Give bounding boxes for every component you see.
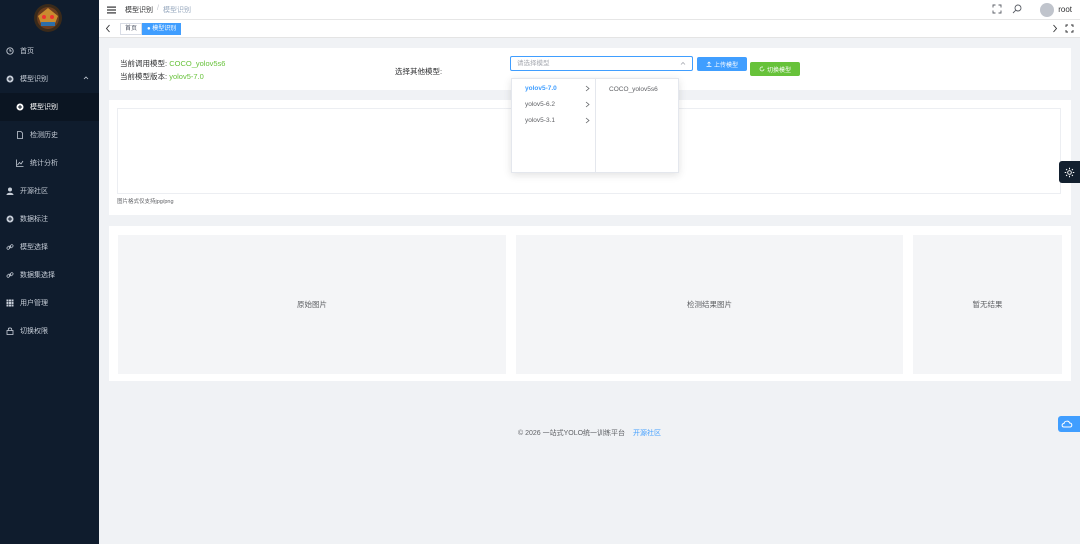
detected-image-placeholder: 检测结果图片 [687, 300, 732, 309]
cascader-option-version[interactable]: yolov5-3.1 [512, 113, 596, 129]
cascader-option-version[interactable]: yolov5-7.0 [512, 81, 596, 97]
sidebar-item-label: 数据标注 [20, 216, 48, 223]
breadcrumb-current: 模型识别 [162, 7, 191, 14]
sidebar-item-dataset-select[interactable]: 数据集选择 [0, 261, 99, 289]
gear-icon [1064, 167, 1075, 177]
document-icon [16, 131, 24, 139]
upload-model-button[interactable]: 上传模型 [697, 57, 747, 71]
sidebar-item-label: 切换权限 [20, 328, 48, 335]
original-image-panel: 原始图片 [118, 235, 506, 374]
link-icon [6, 243, 14, 251]
cascader-option-label: yolov5-7.0 [525, 85, 557, 92]
sidebar-item-home[interactable]: 首页 [0, 37, 99, 65]
cloud-icon [1061, 420, 1073, 428]
chevron-right-icon [585, 101, 590, 108]
avatar[interactable] [1040, 3, 1054, 17]
tag-home[interactable]: 首页 [120, 23, 143, 35]
model-version-value: yolov5-7.0 [169, 72, 204, 81]
sidebar-item-label: 开源社区 [20, 188, 48, 195]
sidebar-item-model-recognition-sub[interactable]: 模型识别 [0, 93, 99, 121]
header-tools [992, 4, 1022, 14]
chevron-right-icon [585, 85, 590, 92]
cascader-option-label: yolov5-6.2 [525, 101, 555, 108]
upload-icon [706, 61, 712, 67]
chevron-right-icon [585, 117, 590, 124]
home-icon [6, 47, 14, 55]
switch-model-button[interactable]: 切换模型 [750, 62, 800, 76]
cloud-float-button[interactable] [1058, 416, 1080, 432]
original-image-placeholder: 原始图片 [297, 300, 327, 309]
sidebar-item-label: 首页 [20, 48, 34, 55]
sidebar: 首页 模型识别 模型识别 检测历史 统计分析 开源社区 数据标注 模型选择 数据… [0, 0, 99, 544]
sidebar-item-model-recognition[interactable]: 模型识别 [0, 65, 99, 93]
switch-model-label: 切换模型 [766, 67, 791, 74]
sidebar-item-label: 用户管理 [20, 300, 48, 307]
model-version-line: 当前模型版本: yolov5-7.0 [120, 71, 204, 82]
footer-community-link[interactable]: 开源社区 [633, 430, 661, 437]
fullscreen-icon[interactable] [992, 4, 1002, 14]
breadcrumb: 模型识别 / 模型识别 [125, 5, 191, 15]
current-model-label: 当前调用模型: [120, 59, 168, 68]
sidebar-item-user-management[interactable]: 用户管理 [0, 289, 99, 317]
chevron-left-icon[interactable] [105, 24, 111, 33]
refresh-icon [759, 66, 765, 72]
cascader-option-version[interactable]: yolov5-6.2 [512, 97, 596, 113]
upload-format-hint: 图片格式仅支持jpg/png [117, 199, 174, 205]
cascader-option-label: yolov5-3.1 [525, 117, 555, 124]
results-card: 原始图片 检测结果图片 暂无结果 [109, 226, 1071, 381]
model-version-label: 当前模型版本: [120, 72, 168, 81]
chart-icon [16, 159, 24, 167]
breadcrumb-item[interactable]: 模型识别 [125, 5, 153, 15]
select-placeholder: 请选择模型 [517, 60, 550, 67]
cascader-version-column: yolov5-7.0 yolov5-6.2 yolov5-3.1 [512, 79, 596, 172]
plus-circle-icon [6, 215, 14, 223]
chevron-up-icon [83, 76, 89, 80]
current-model-value: COCO_yolov5s6 [169, 59, 226, 68]
model-cascader-select[interactable]: 请选择模型 [510, 56, 693, 71]
sidebar-item-history[interactable]: 检测历史 [0, 121, 99, 149]
footer: © 2026 一站式YOLO统一训练平台 开源社区 [99, 428, 1080, 438]
select-model-label: 选择其他模型: [395, 67, 443, 76]
model-cascader-dropdown: yolov5-7.0 yolov5-6.2 yolov5-3.1 COCO_yo… [511, 78, 679, 173]
upload-model-label: 上传模型 [713, 62, 738, 69]
logo-icon [34, 4, 62, 32]
sidebar-item-label: 数据集选择 [20, 272, 55, 279]
breadcrumb-separator: / [157, 5, 159, 12]
sidebar-item-statistics[interactable]: 统计分析 [0, 149, 99, 177]
plus-circle-icon [6, 75, 14, 83]
plus-circle-icon [16, 103, 24, 111]
sidebar-item-label: 模型选择 [20, 244, 48, 251]
sidebar-item-label: 检测历史 [30, 132, 58, 139]
link-icon [6, 271, 14, 279]
settings-float-button[interactable] [1059, 161, 1080, 183]
sidebar-item-model-select[interactable]: 模型选择 [0, 233, 99, 261]
current-model-line: 当前调用模型: COCO_yolov5s6 [120, 58, 225, 69]
grid-icon [6, 299, 14, 307]
sidebar-item-community[interactable]: 开源社区 [0, 177, 99, 205]
chevron-up-icon [680, 61, 686, 65]
tags-view-bar: 首页 ● 模型识别 [99, 20, 1080, 38]
lock-icon [6, 327, 14, 335]
username[interactable]: root [1058, 5, 1072, 14]
cascader-option-model[interactable]: COCO_yolov5s6 [609, 82, 658, 98]
sidebar-item-label: 统计分析 [30, 160, 58, 167]
expand-icon[interactable] [1065, 24, 1074, 33]
no-result-text: 暂无结果 [972, 300, 1003, 309]
hamburger-icon[interactable] [107, 6, 116, 14]
footer-copyright: © 2026 一站式YOLO统一训练平台 [517, 430, 626, 437]
chevron-right-icon[interactable] [1052, 24, 1058, 33]
sidebar-item-label: 模型识别 [20, 76, 48, 83]
top-navbar: 模型识别 / 模型识别 root [99, 0, 1080, 20]
detected-image-panel: 检测结果图片 [516, 235, 903, 374]
zoom-search-icon[interactable] [1012, 4, 1022, 14]
tag-current[interactable]: ● 模型识别 [142, 23, 182, 35]
result-panel: 暂无结果 [913, 235, 1062, 374]
sidebar-item-label: 模型识别 [30, 104, 58, 111]
user-icon [6, 187, 14, 195]
sidebar-item-switch-permission[interactable]: 切换权限 [0, 317, 99, 345]
sidebar-item-annotation[interactable]: 数据标注 [0, 205, 99, 233]
